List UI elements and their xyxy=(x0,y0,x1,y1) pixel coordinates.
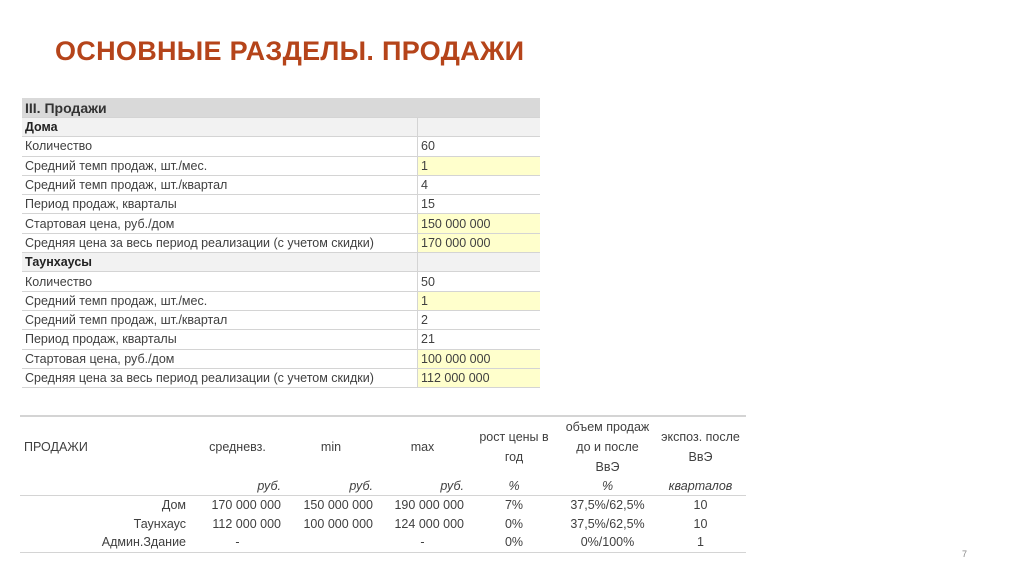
unit-cell: % xyxy=(468,477,560,496)
row-label: Средний темп продаж, шт./мес. xyxy=(22,291,418,311)
row-value: 1 xyxy=(417,291,540,311)
table-row: Период продаж, кварталы 15 xyxy=(22,194,540,215)
section-value xyxy=(417,252,540,273)
row-value: 2 xyxy=(417,310,540,331)
table-cell xyxy=(285,533,377,552)
header-row: ПРОДАЖИ средневз. min max рост цены в год объ… xyxy=(20,416,746,477)
table-row: Средняя цена за весь период реализации (… xyxy=(22,368,540,389)
row-label: Средний темп продаж, шт./мес. xyxy=(22,156,418,176)
table-cell: Таунхаус xyxy=(133,516,186,531)
table-cell: 7% xyxy=(504,498,524,513)
unit-cell: руб. xyxy=(377,477,468,496)
row-value: 100 000 000 xyxy=(417,349,540,369)
unit-cell: руб. xyxy=(285,477,377,496)
table-row: Период продаж, кварталы 21 xyxy=(22,329,540,350)
table-cell: Админ.Здание xyxy=(101,535,186,550)
table-cell: 0%/100% xyxy=(580,535,635,550)
row-label: Средний темп продаж, шт./квартал xyxy=(22,175,418,196)
row-label: Средняя цена за весь период реализации (… xyxy=(22,368,418,389)
row-value: 50 xyxy=(417,271,540,292)
table-row: Средний темп продаж, шт./квартал 4 xyxy=(22,175,540,196)
table-header-row: III. Продажи xyxy=(22,98,540,118)
unit-cell: руб. xyxy=(190,477,285,496)
section-name: Таунхаусы xyxy=(22,252,418,273)
table-cell: Дом xyxy=(161,498,186,513)
table-cell: 124 000 000 xyxy=(394,516,464,531)
unit-cell xyxy=(20,477,190,496)
table-cell: 37,5%/62,5% xyxy=(570,516,645,531)
table-row: Средний темп продаж, шт./квартал 2 xyxy=(22,310,540,331)
column-header: min xyxy=(320,440,342,454)
table-cell: 37,5%/62,5% xyxy=(570,498,645,513)
row-label: Период продаж, кварталы xyxy=(22,194,418,215)
sales-parameters-table: III. Продажи Дома Количество 60 Средний темп… xyxy=(22,98,540,389)
row-value: 112 000 000 xyxy=(417,368,540,389)
table-cell: 0% xyxy=(504,516,524,531)
row-value: 15 xyxy=(417,194,540,215)
row-label: Стартовая цена, руб./дом xyxy=(22,213,418,234)
column-header: рост цены в год xyxy=(479,430,549,464)
row-label: Период продаж, кварталы xyxy=(22,329,418,350)
table-cell: 100 000 000 xyxy=(303,516,373,531)
table-cell: 10 xyxy=(693,498,708,513)
table-cell: 10 xyxy=(693,516,708,531)
unit-cell: кварталов xyxy=(655,477,746,496)
table-row: Средняя цена за весь период реализации (… xyxy=(22,233,540,254)
table-row: Количество 50 xyxy=(22,271,540,292)
page-number: 7 xyxy=(962,549,968,559)
row-label: Средний темп продаж, шт./квартал xyxy=(22,310,418,331)
table-row: Админ.Здание - - 0% 0%/100% 1 xyxy=(20,533,746,552)
slide-title: ОСНОВНЫЕ РАЗДЕЛЫ. ПРОДАЖИ xyxy=(55,36,525,66)
column-header: ПРОДАЖИ xyxy=(24,440,88,454)
row-label: Количество xyxy=(22,271,418,292)
table-cell: 112 000 000 xyxy=(212,516,281,531)
row-label: Средняя цена за весь период реализации (… xyxy=(22,233,418,254)
table-header: III. Продажи xyxy=(22,98,540,118)
section-row: Таунхаусы xyxy=(22,252,540,273)
table-cell: - xyxy=(235,535,240,550)
row-value: 4 xyxy=(417,175,540,196)
table-cell: 0% xyxy=(504,535,524,550)
row-value: 170 000 000 xyxy=(417,233,540,254)
section-value xyxy=(417,117,540,138)
table-row: Средний темп продаж, шт./мес. 1 xyxy=(22,156,540,176)
unit-cell: % xyxy=(560,477,655,496)
row-value: 60 xyxy=(417,136,540,157)
table-row: Дом 170 000 000 150 000 000 190 000 000 7% 37… xyxy=(20,496,746,515)
row-value: 1 xyxy=(417,156,540,176)
table-cell: 150 000 000 xyxy=(303,498,373,513)
column-header: экспоз. после ВвЭ xyxy=(661,430,740,464)
table-row: Стартовая цена, руб./дом 100 000 000 xyxy=(22,349,540,369)
table-row: Таунхаус 112 000 000 100 000 000 124 000 00… xyxy=(20,515,746,534)
table-cell: 1 xyxy=(697,535,704,550)
row-value: 150 000 000 xyxy=(417,213,540,234)
table-row: Количество 60 xyxy=(22,136,540,157)
section-row: Дома xyxy=(22,117,540,138)
table-row: Средний темп продаж, шт./мес. 1 xyxy=(22,291,540,311)
table-cell: - xyxy=(420,535,425,550)
table-cell: 170 000 000 xyxy=(211,498,281,513)
row-label: Стартовая цена, руб./дом xyxy=(22,349,418,369)
column-header: объем продаж до и после ВвЭ xyxy=(565,420,650,474)
row-label: Количество xyxy=(22,136,418,157)
table-row: Стартовая цена, руб./дом 150 000 000 xyxy=(22,213,540,234)
units-row: руб. руб. руб.%% кварталов xyxy=(20,477,746,496)
section-name: Дома xyxy=(22,117,418,138)
table-cell: 190 000 000 xyxy=(394,498,464,513)
row-value: 21 xyxy=(417,329,540,350)
sales-summary-table: ПРОДАЖИ средневз. min max рост цены в год объ… xyxy=(20,415,746,553)
column-header: средневз. xyxy=(209,440,266,454)
column-header: max xyxy=(410,440,435,454)
